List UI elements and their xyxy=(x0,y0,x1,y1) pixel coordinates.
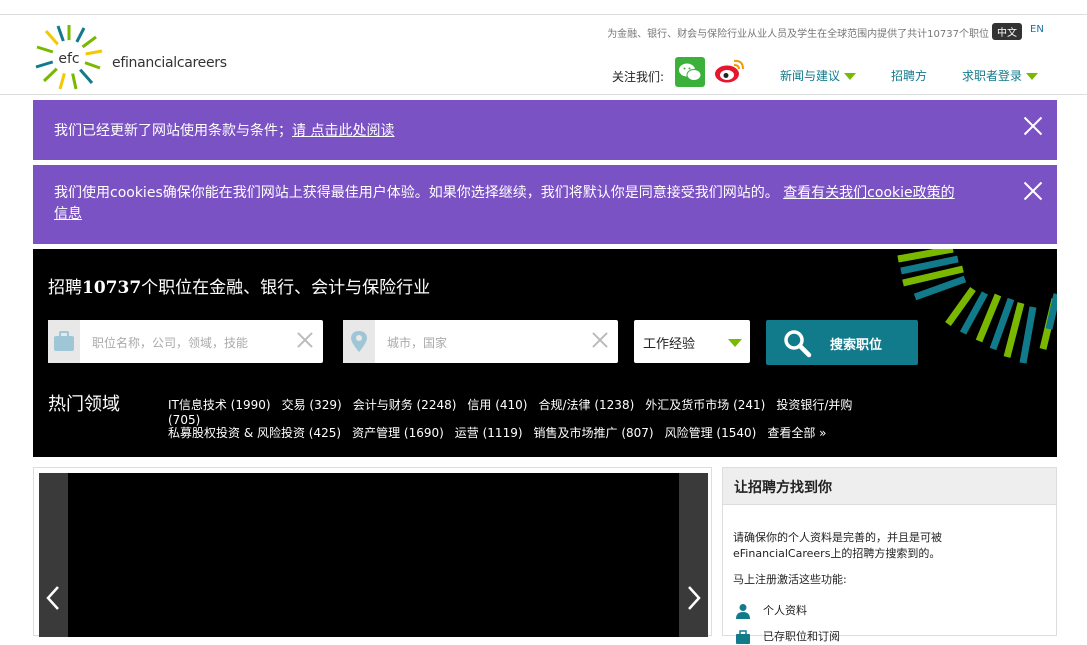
get-found-card: 让招聘方找到你 请确保你的个人资料是完善的，并且是可被 eFinancialCa… xyxy=(722,467,1057,644)
logo-burst-icon: efc xyxy=(35,25,103,90)
sector-link[interactable]: 交易 (329) xyxy=(282,398,342,412)
terms-text: 我们已经更新了网站使用条款与条件； xyxy=(54,123,292,139)
job-search-panel: 招聘10737个职位在金融、银行、会计与保险行业 职位名称，公司，领域，技能 城… xyxy=(33,249,1057,457)
get-found-description: 请确保你的个人资料是完善的，并且是可被 eFinancialCareers上的招… xyxy=(733,530,942,562)
feature-profile: 个人资料 xyxy=(735,602,807,619)
cookie-policy-link-2[interactable]: 信息 xyxy=(54,206,82,222)
search-jobs-button[interactable]: 搜索职位 xyxy=(766,320,918,365)
lang-zh-button[interactable]: 中文 xyxy=(992,23,1022,40)
chevron-left-icon xyxy=(46,586,59,610)
clear-icon[interactable] xyxy=(297,332,313,348)
chevron-down-icon xyxy=(1026,73,1039,80)
wechat-icon[interactable] xyxy=(675,57,705,87)
experience-select[interactable]: 工作经验 xyxy=(634,320,750,363)
register-prompt: 马上注册激活这些功能: xyxy=(733,573,847,586)
nav-login-label: 求职者登录 xyxy=(962,69,1023,83)
terms-link[interactable]: 请 点击此处阅读 xyxy=(292,123,394,139)
efc-logo[interactable]: efc efinancialcareers xyxy=(34,23,234,91)
clear-icon[interactable] xyxy=(592,332,608,348)
location-input[interactable]: 城市，国家 xyxy=(343,320,618,363)
sector-link[interactable]: IT信息技术 (1990) xyxy=(168,398,271,412)
follow-label: 关注我们: xyxy=(612,70,665,84)
logo-text: efinancialcareers xyxy=(112,55,227,71)
keyword-placeholder: 职位名称，公司，领域，技能 xyxy=(92,336,249,350)
heading-prefix: 招聘 xyxy=(48,278,82,298)
close-icon[interactable] xyxy=(1023,116,1043,136)
feature-saved-jobs-label: 已存职位和订阅 xyxy=(763,630,840,643)
sector-link[interactable]: 合规/法律 (1238) xyxy=(539,398,635,412)
video-card xyxy=(33,467,712,637)
close-icon[interactable] xyxy=(1023,181,1043,201)
cookie-policy-link[interactable]: 查看有关我们cookie政策的 xyxy=(783,185,954,201)
search-heading: 招聘10737个职位在金融、银行、会计与保险行业 xyxy=(48,273,430,298)
feature-saved-jobs: 已存职位和订阅 xyxy=(735,628,840,645)
nav-jobseeker-login[interactable]: 求职者登录 xyxy=(962,67,1039,84)
view-all-link[interactable]: 查看全部 » xyxy=(767,426,826,440)
hot-sectors-title: 热门领域 xyxy=(48,394,120,415)
carousel-prev[interactable] xyxy=(39,473,68,637)
heading-count: 10737 xyxy=(82,278,142,298)
site-header: efc efinancialcareers 为金融、银行、财会与保险行业从业人员… xyxy=(0,15,1087,95)
video-carousel[interactable] xyxy=(39,473,708,637)
sector-link[interactable]: 会计与财务 (2248) xyxy=(353,398,457,412)
heading-suffix: 个职位在金融、银行、会计与保险行业 xyxy=(141,278,431,298)
terms-banner: 我们已经更新了网站使用条款与条件；请 点击此处阅读 xyxy=(33,100,1057,160)
description-line-2: eFinancialCareers上的招聘方搜索到的。 xyxy=(733,547,941,560)
lang-en-link[interactable]: EN xyxy=(1030,24,1044,35)
sector-link[interactable]: 私募股权投资 & 风险投资 (425) xyxy=(168,426,341,440)
briefcase-icon xyxy=(48,320,80,363)
sector-link[interactable]: 信用 (410) xyxy=(467,398,527,412)
user-icon xyxy=(736,604,750,619)
hot-sectors-row-2: 私募股权投资 & 风险投资 (425) 资产管理 (1690) 运营 (1119) 销… xyxy=(168,424,888,441)
description-line-1: 请确保你的个人资料是完善的，并且是可被 xyxy=(733,531,942,544)
location-placeholder: 城市，国家 xyxy=(387,336,448,350)
location-pin-icon xyxy=(343,320,375,363)
carousel-next[interactable] xyxy=(679,473,708,637)
weibo-icon[interactable] xyxy=(714,57,746,85)
tagline: 为金融、银行、财会与保险行业从业人员及学生在全球范围内提供了共计10737个职位 xyxy=(607,29,989,40)
sector-link[interactable]: 销售及市场推广 (807) xyxy=(534,426,654,440)
hot-sectors-row-1: IT信息技术 (1990) 交易 (329) 会计与财务 (2248) 信用 (410… xyxy=(168,396,888,427)
get-found-title: 让招聘方找到你 xyxy=(723,468,1056,505)
nav-news[interactable]: 新闻与建议 xyxy=(780,67,857,84)
feature-profile-label: 个人资料 xyxy=(763,604,807,617)
cookie-banner: 我们使用cookies确保你能在我们网站上获得最佳用户体验。如果你选择继续，我们… xyxy=(33,165,1057,244)
keyword-input[interactable]: 职位名称，公司，领域，技能 xyxy=(48,320,323,363)
nav-news-label: 新闻与建议 xyxy=(780,69,841,83)
chevron-right-icon xyxy=(688,586,701,610)
experience-value: 工作经验 xyxy=(643,337,696,352)
sector-link[interactable]: 运营 (1119) xyxy=(455,426,523,440)
sector-link[interactable]: 外汇及货币市场 (241) xyxy=(645,398,765,412)
cookie-text: 我们使用cookies确保你能在我们网站上获得最佳用户体验。如果你选择继续，我们… xyxy=(54,185,784,201)
chevron-down-icon xyxy=(728,339,742,347)
search-button-label: 搜索职位 xyxy=(830,338,883,353)
svg-text:efc: efc xyxy=(58,51,79,67)
sector-link[interactable]: 风险管理 (1540) xyxy=(665,426,757,440)
briefcase-icon xyxy=(736,630,750,644)
nav-recruiters[interactable]: 招聘方 xyxy=(891,67,927,84)
sector-link[interactable]: 资产管理 (1690) xyxy=(352,426,444,440)
chevron-down-icon xyxy=(844,73,857,80)
search-icon xyxy=(784,330,812,358)
